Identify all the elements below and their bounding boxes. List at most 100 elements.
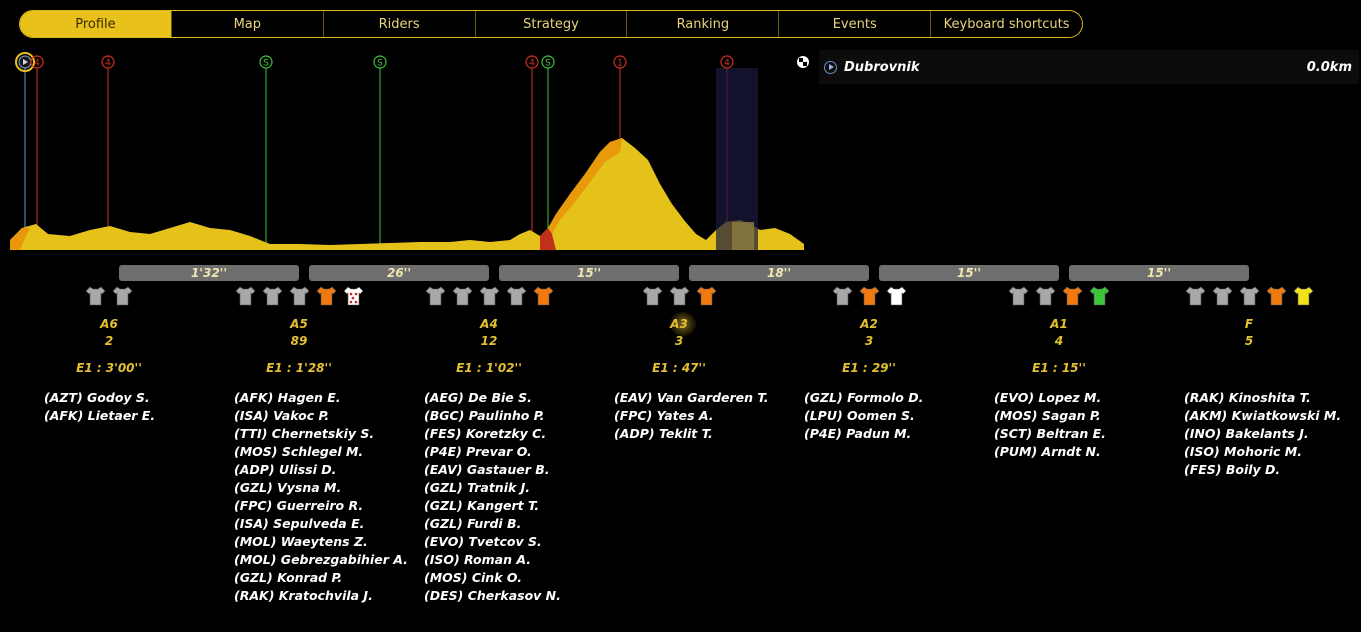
rider-name[interactable]: (RAK) Kinoshita T. xyxy=(1184,389,1361,407)
rider-name[interactable]: (ISO) Roman A. xyxy=(424,551,614,569)
stage-profile[interactable]: 4 4 S S 4 S 1 4 xyxy=(0,44,812,256)
tab-keyboard-shortcuts[interactable]: Keyboard shortcuts xyxy=(931,11,1082,37)
tab-riders[interactable]: Riders xyxy=(324,11,476,37)
rider-name[interactable]: (FPC) Guerreiro R. xyxy=(234,497,424,515)
gap-bar: 15'' xyxy=(1069,265,1249,281)
finish-flag-icon[interactable] xyxy=(797,56,809,68)
group-label[interactable]: A5 xyxy=(204,315,394,333)
rider-name[interactable]: (RAK) Kratochvila J. xyxy=(234,587,424,605)
rider-name[interactable]: (DES) Cherkasov N. xyxy=(424,587,614,605)
rider-name[interactable]: (LPU) Oomen S. xyxy=(804,407,994,425)
grey-jersey-icon[interactable] xyxy=(506,286,527,306)
orange-jersey-icon[interactable] xyxy=(1266,286,1287,306)
rider-name[interactable]: (SCT) Beltran E. xyxy=(994,425,1184,443)
grey-jersey-icon[interactable] xyxy=(1239,286,1260,306)
climb-marker-icon[interactable]: 4 xyxy=(30,55,44,69)
orange-jersey-icon[interactable] xyxy=(316,286,337,306)
sprint-marker-icon[interactable]: S xyxy=(259,55,273,69)
rider-name[interactable]: (AEG) De Bie S. xyxy=(424,389,614,407)
climb-marker-icon[interactable]: 4 xyxy=(101,55,115,69)
grey-jersey-icon[interactable] xyxy=(289,286,310,306)
orange-jersey-icon[interactable] xyxy=(696,286,717,306)
grey-jersey-icon[interactable] xyxy=(1212,286,1233,306)
rider-name[interactable]: (FES) Koretzky C. xyxy=(424,425,614,443)
grey-jersey-icon[interactable] xyxy=(452,286,473,306)
tab-strategy[interactable]: Strategy xyxy=(476,11,628,37)
grey-jersey-icon[interactable] xyxy=(85,286,106,306)
group-rider-list: (AEG) De Bie S. (BGC) Paulinho P. (FES) Ko… xyxy=(424,389,614,605)
location-bar[interactable]: Dubrovnik 0.0km xyxy=(819,50,1359,84)
group-label[interactable]: A2 xyxy=(774,315,964,333)
white-jersey-icon[interactable] xyxy=(886,286,907,306)
rider-name[interactable]: (TTI) Chernetskiy S. xyxy=(234,425,424,443)
rider-name[interactable]: (EAV) Gastauer B. xyxy=(424,461,614,479)
group-jerseys xyxy=(394,286,584,306)
yellow-jersey-icon[interactable] xyxy=(1293,286,1314,306)
grey-jersey-icon[interactable] xyxy=(425,286,446,306)
rider-name[interactable]: (GZL) Vysna M. xyxy=(234,479,424,497)
rider-name[interactable]: (ISA) Vakoc P. xyxy=(234,407,424,425)
grey-jersey-icon[interactable] xyxy=(1035,286,1056,306)
rider-name[interactable]: (AZT) Godoy S. xyxy=(44,389,234,407)
grey-jersey-icon[interactable] xyxy=(235,286,256,306)
group-label[interactable]: F xyxy=(1154,315,1344,333)
polka-jersey-icon[interactable] xyxy=(343,286,364,306)
rider-name[interactable]: (EVO) Tvetcov S. xyxy=(424,533,614,551)
rider-name[interactable]: (P4E) Prevar O. xyxy=(424,443,614,461)
rider-name[interactable]: (FES) Boily D. xyxy=(1184,461,1361,479)
rider-name[interactable]: (MOS) Cink O. xyxy=(424,569,614,587)
rider-name[interactable]: (MOS) Schlegel M. xyxy=(234,443,424,461)
rider-name[interactable]: (AFK) Lietaer E. xyxy=(44,407,234,425)
group-label[interactable]: A6 xyxy=(14,315,204,333)
rider-name[interactable]: (INO) Bakelants J. xyxy=(1184,425,1361,443)
grey-jersey-icon[interactable] xyxy=(1008,286,1029,306)
orange-jersey-icon[interactable] xyxy=(1062,286,1083,306)
group-label[interactable]: A4 xyxy=(394,315,584,333)
rider-name[interactable]: (MOL) Gebrezgabihier A. xyxy=(234,551,424,569)
climb-marker-icon[interactable]: 1 xyxy=(613,55,627,69)
group-rider-list: (GZL) Formolo D. (LPU) Oomen S. (P4E) Padu… xyxy=(804,389,994,443)
rider-name[interactable]: (GZL) Furdi B. xyxy=(424,515,614,533)
rider-name[interactable]: (MOS) Sagan P. xyxy=(994,407,1184,425)
tab-events[interactable]: Events xyxy=(779,11,932,37)
rider-name[interactable]: (GZL) Konrad P. xyxy=(234,569,424,587)
rider-name[interactable]: (GZL) Kangert T. xyxy=(424,497,614,515)
rider-name[interactable]: (P4E) Padun M. xyxy=(804,425,994,443)
play-icon[interactable] xyxy=(824,60,837,74)
rider-name[interactable]: (ADP) Teklit T. xyxy=(614,425,804,443)
rider-name[interactable]: (ADP) Ulissi D. xyxy=(234,461,424,479)
rider-name[interactable]: (ISO) Mohoric M. xyxy=(1184,443,1361,461)
tab-ranking[interactable]: Ranking xyxy=(627,11,780,37)
rider-name[interactable]: (PUM) Arndt N. xyxy=(994,443,1184,461)
sprint-marker-icon[interactable]: S xyxy=(541,55,555,69)
orange-jersey-icon[interactable] xyxy=(533,286,554,306)
rider-name[interactable]: (AKM) Kwiatkowski M. xyxy=(1184,407,1361,425)
tab-map[interactable]: Map xyxy=(172,11,324,37)
grey-jersey-icon[interactable] xyxy=(112,286,133,306)
climb-marker-icon[interactable]: 4 xyxy=(720,55,734,69)
grey-jersey-icon[interactable] xyxy=(642,286,663,306)
group-time-gap: E1 : 47'' xyxy=(652,361,706,375)
rider-name[interactable]: (MOL) Waeytens Z. xyxy=(234,533,424,551)
grey-jersey-icon[interactable] xyxy=(832,286,853,306)
grey-jersey-icon[interactable] xyxy=(262,286,283,306)
grey-jersey-icon[interactable] xyxy=(1185,286,1206,306)
climb-marker-icon[interactable]: 4 xyxy=(525,55,539,69)
rider-name[interactable]: (GZL) Tratnik J. xyxy=(424,479,614,497)
rider-name[interactable]: (EAV) Van Garderen T. xyxy=(614,389,804,407)
grey-jersey-icon[interactable] xyxy=(669,286,690,306)
sprint-marker-icon[interactable]: S xyxy=(373,55,387,69)
rider-name[interactable]: (AFK) Hagen E. xyxy=(234,389,424,407)
group-rider-count: 89 xyxy=(290,334,308,348)
rider-name[interactable]: (EVO) Lopez M. xyxy=(994,389,1184,407)
grey-jersey-icon[interactable] xyxy=(479,286,500,306)
tab-profile[interactable]: Profile xyxy=(20,11,172,37)
rider-name[interactable]: (GZL) Formolo D. xyxy=(804,389,994,407)
group-label[interactable]: A1 xyxy=(964,315,1154,333)
orange-jersey-icon[interactable] xyxy=(859,286,880,306)
rider-name[interactable]: (FPC) Yates A. xyxy=(614,407,804,425)
group-label[interactable]: A3 xyxy=(584,315,774,333)
rider-name[interactable]: (BGC) Paulinho P. xyxy=(424,407,614,425)
rider-name[interactable]: (ISA) Sepulveda E. xyxy=(234,515,424,533)
green-jersey-icon[interactable] xyxy=(1089,286,1110,306)
